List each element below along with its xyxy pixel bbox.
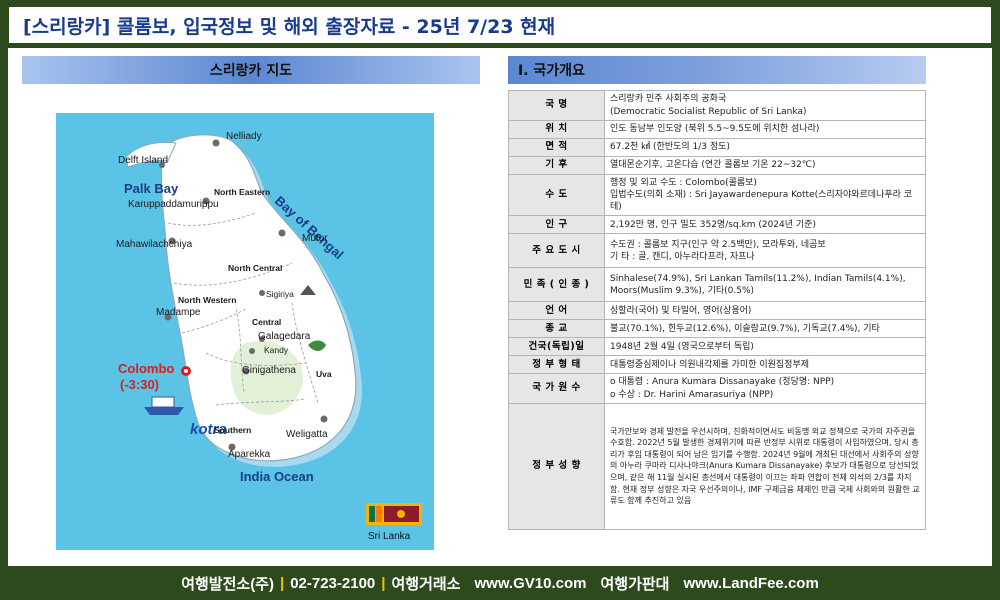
info-section-header: Ⅰ. 국가개요 [508, 56, 926, 84]
label-north-western: North Western [178, 295, 237, 305]
info-key: 민 족 ( 인 종 ) [508, 267, 605, 303]
footer-phone[interactable]: 02-723-2100 [290, 575, 375, 592]
info-value: 인도 동남부 인도양 (북위 5.5~9.5도에 위치한 섬나라) [604, 120, 926, 139]
info-value: 67.2천 ㎢ (한반도의 1/3 정도) [604, 138, 926, 157]
info-row: 수 도 행정 및 외교 수도 : Colombo(콜롬보) 입법수도(의회 소재)… [508, 173, 926, 217]
boat-illustration [144, 396, 184, 415]
info-row: 국 가 원 수o 대통령 : Anura Kumara Dissanayake … [508, 373, 926, 404]
sri-lanka-map: Nelliady Delft Island Palk Bay North Eas… [56, 113, 434, 550]
label-mutur: Mutur [302, 233, 328, 244]
label-karuppaddamurippu: Karuppaddamurippu [128, 199, 219, 210]
label-central: Central [252, 317, 282, 327]
label-weligatta: Weligatta [286, 429, 328, 440]
label-north-eastern: North Eastern [214, 187, 271, 197]
info-row: 주 요 도 시 수도권 : 콜롬보 지구(인구 약 2.5백만), 모라투와, 네… [508, 233, 926, 269]
label-sri-lanka: Sri Lanka [368, 531, 411, 542]
map-section-title: 스리랑카 지도 [209, 63, 293, 79]
sri-lanka-flag-icon [366, 503, 422, 525]
info-key: 면 적 [508, 138, 605, 157]
footer-separator: | [279, 574, 285, 592]
page-title: [스리랑카] 콜롬보, 입국정보 및 해외 출장자료 - 25년 7/23 현재 [23, 15, 556, 38]
label-madampe: Madampe [156, 307, 201, 318]
label-kandy: Kandy [264, 345, 289, 355]
info-section-title: Ⅰ. 국가개요 [518, 63, 585, 79]
info-row: 언 어 싱할라(국어) 및 타밀어, 영어(상용어) [508, 301, 926, 321]
label-ginigathena: Ginigathena [242, 365, 296, 376]
info-key: 주 요 도 시 [508, 233, 605, 269]
info-key: 종 교 [508, 319, 605, 339]
info-key: 국 가 원 수 [508, 373, 605, 404]
info-key: 정 부 성 향 [508, 402, 605, 530]
info-value: 불교(70.1%), 힌두교(12.6%), 이슬람교(9.7%), 기독교(7… [604, 319, 926, 339]
footer-label-exchange: 여행거래소 [391, 575, 461, 593]
map-section-header: 스리랑카 지도 [22, 56, 480, 84]
info-row: 민 족 ( 인 종 ) Sinhalese(74.9%), Sri Lankan … [508, 267, 926, 303]
label-sigiriya: Sigiriya [266, 289, 294, 299]
info-row: 종 교 불교(70.1%), 힌두교(12.6%), 이슬람교(9.7%), 기독… [508, 319, 926, 339]
info-value: 행정 및 외교 수도 : Colombo(콜롬보) 입법수도(의회 소재) : … [604, 173, 926, 217]
label-delft-island: Delft Island [118, 155, 169, 166]
label-india-ocean: India Ocean [240, 469, 314, 484]
country-overview-table: 국 명 스리랑카 민주 사회주의 공화국 (Democratic Socialis… [508, 90, 926, 530]
info-value: 싱할라(국어) 및 타밀어, 영어(상용어) [604, 301, 926, 321]
info-row: 정 부 형 태 대통령중심제이나 의원내각제를 가미한 이원집정부제 [508, 355, 926, 375]
info-key: 국 명 [508, 90, 605, 121]
info-row: 정 부 성 향 국가안보와 경제 발전을 우선시하며, 친화적이면서도 비동맹 외… [508, 402, 926, 530]
info-key: 수 도 [508, 173, 605, 217]
content-panel: 스리랑카 지도 Nelliady Delft Island Palk Bay N… [8, 48, 992, 566]
label-nelliady: Nelliady [226, 131, 262, 142]
info-row: 국 명 스리랑카 민주 사회주의 공화국 (Democratic Socialis… [508, 90, 926, 121]
footer-label-stall: 여행가판대 [600, 575, 670, 593]
label-colombo-timezone: (-3:30) [120, 377, 160, 392]
label-southern: Southern [214, 425, 252, 435]
info-key: 인 구 [508, 215, 605, 235]
footer-site-gv10[interactable]: www.GV10.com [474, 575, 586, 592]
footer-site-landfee[interactable]: www.LandFee.com [683, 575, 818, 592]
label-aparekka: Aparekka [228, 449, 271, 460]
info-value: 수도권 : 콜롬보 지구(인구 약 2.5백만), 모라투와, 네곰보 기 타 … [604, 233, 926, 269]
label-uva: Uva [316, 369, 332, 379]
info-value: 2,192만 명, 인구 밀도 352명/sq.km (2024년 기준) [604, 215, 926, 235]
info-value: Sinhalese(74.9%), Sri Lankan Tamils(11.2… [604, 267, 926, 303]
footer-separator: | [381, 574, 386, 592]
info-value: 대통령중심제이나 의원내각제를 가미한 이원집정부제 [604, 355, 926, 375]
info-key: 기 후 [508, 156, 605, 175]
info-value: 국가안보와 경제 발전을 우선시하며, 친화적이면서도 비동맹 외교 정책으로 … [604, 402, 926, 530]
info-row: 기 후 열대몬순기후, 고온다습 (연간 콜롬보 기온 22~32℃) [508, 156, 926, 175]
info-key: 정 부 형 태 [508, 355, 605, 375]
info-value: 스리랑카 민주 사회주의 공화국 (Democratic Socialist R… [604, 90, 926, 121]
info-key: 건국(독립)일 [508, 337, 605, 357]
info-value: 열대몬순기후, 고온다습 (연간 콜롬보 기온 22~32℃) [604, 156, 926, 175]
map-graphic [125, 134, 362, 467]
info-value: o 대통령 : Anura Kumara Dissanayake (정당명: N… [604, 373, 926, 404]
info-row: 면 적 67.2천 ㎢ (한반도의 1/3 정도) [508, 138, 926, 157]
info-key: 위 치 [508, 120, 605, 139]
label-palk-bay: Palk Bay [124, 181, 179, 196]
label-north-central: North Central [228, 263, 283, 273]
info-row: 인 구 2,192만 명, 인구 밀도 352명/sq.km (2024년 기준) [508, 215, 926, 235]
label-mahawilachchiya: Mahawilachchiya [116, 239, 193, 250]
label-colombo: Colombo [118, 361, 175, 376]
info-key: 언 어 [508, 301, 605, 321]
info-row: 위 치 인도 동남부 인도양 (북위 5.5~9.5도에 위치한 섬나라) [508, 120, 926, 139]
footer-bar: 여행발전소(주) | 02-723-2100 | 여행거래소 www.GV10.… [0, 566, 1000, 600]
info-row: 건국(독립)일 1948년 2월 4일 (영국으로부터 독립) [508, 337, 926, 357]
footer-company: 여행발전소(주) [181, 575, 274, 593]
label-galagedara: Galagedara [258, 331, 311, 342]
title-bar: [스리랑카] 콜롬보, 입국정보 및 해외 출장자료 - 25년 7/23 현재 [8, 6, 992, 44]
info-value: 1948년 2월 4일 (영국으로부터 독립) [604, 337, 926, 357]
